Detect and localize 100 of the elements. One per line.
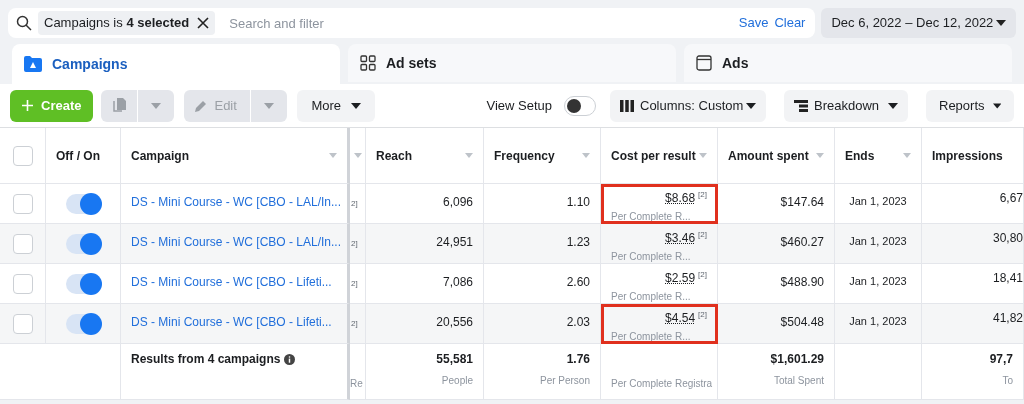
toggle-switch[interactable]	[66, 273, 100, 294]
table-cell: 20,556	[436, 315, 473, 329]
duplicate-button[interactable]	[101, 89, 138, 122]
table-cell: $460.27	[780, 235, 824, 249]
row-checkbox[interactable]	[12, 193, 33, 214]
dropdown-button[interactable]	[251, 89, 288, 122]
caret-icon	[582, 153, 590, 158]
footnote-mark: [2]	[698, 189, 707, 201]
select-all-checkbox[interactable]	[12, 145, 33, 166]
table-cell: Re	[350, 378, 363, 389]
table-cell: 2]	[351, 239, 358, 248]
caret-icon	[903, 153, 911, 158]
table-cell: Jan 1, 2023	[849, 275, 907, 287]
table-cell: 7,086	[442, 275, 473, 289]
filter-chip[interactable]: Campaigns is 4 selected	[38, 11, 216, 35]
clear-link[interactable]: Clear	[774, 13, 806, 33]
table-cell: $147.64	[780, 195, 824, 209]
table-cell-text: 18,41	[992, 270, 1023, 287]
caret-icon	[996, 20, 1006, 26]
caret-icon	[465, 153, 473, 158]
search-icon	[16, 15, 32, 31]
caret-icon	[351, 102, 362, 109]
column-header[interactable]: Campaign	[131, 146, 189, 165]
breakdown-icon	[794, 99, 808, 112]
view-setup-switch[interactable]	[564, 95, 596, 116]
caret-icon	[329, 153, 337, 158]
cost-value[interactable]: $4.54	[665, 309, 696, 327]
toggle-switch[interactable]	[66, 233, 100, 254]
reports-button[interactable]: Reports	[926, 89, 1014, 122]
column-header[interactable]: Frequency	[494, 146, 555, 165]
total-value: 1.76	[566, 351, 590, 368]
cost-value[interactable]: $8.68	[665, 189, 696, 207]
results-summary: Results from 4 campaigns	[131, 351, 281, 368]
column-header[interactable]: Impressions	[932, 146, 1003, 165]
campaign-link[interactable]: DS - Mini Course - WC [CBO - LAL/In...	[131, 195, 342, 209]
row-checkbox[interactable]	[12, 233, 33, 254]
tab[interactable]: Ad sets	[348, 44, 676, 82]
result-type: Per Complete R...	[611, 250, 691, 264]
info-icon[interactable]	[284, 353, 296, 365]
table-cell: 2.60	[566, 275, 590, 289]
pencil-icon	[194, 98, 209, 113]
copy-icon	[112, 98, 127, 113]
table-cell: 2]	[351, 319, 358, 328]
more-button[interactable]: More	[297, 89, 376, 122]
caret-icon	[264, 102, 275, 109]
footnote-mark: [2]	[698, 309, 707, 321]
caret-icon	[353, 153, 362, 158]
caret-icon	[816, 153, 824, 158]
result-type: Per Complete R...	[611, 330, 691, 344]
column-header[interactable]: Off / On	[56, 146, 100, 165]
window-icon	[696, 55, 712, 71]
total-value: $1,601.29	[770, 351, 824, 368]
table-cell: 1.10	[566, 195, 590, 209]
columns-icon	[620, 99, 634, 112]
toggle-switch[interactable]	[66, 193, 100, 214]
table-cell: 6,096	[442, 195, 473, 209]
campaign-link[interactable]: DS - Mini Course - WC [CBO - Lifeti...	[131, 275, 332, 289]
toggle-switch[interactable]	[66, 313, 100, 334]
footnote-mark: [2]	[698, 269, 707, 281]
total-label: Per Complete Registra	[611, 378, 713, 389]
table-cell-text: 6,67	[999, 190, 1023, 207]
row-checkbox[interactable]	[12, 313, 33, 334]
dropdown-button[interactable]	[138, 89, 175, 122]
total-value: 55,581	[436, 351, 473, 368]
total-label: Total Spent	[773, 374, 824, 388]
table-cell: Jan 1, 2023	[849, 195, 907, 207]
result-type: Per Complete R...	[611, 210, 691, 224]
caret-icon	[699, 153, 707, 158]
column-header[interactable]: Amount spent	[728, 146, 809, 165]
date-range-button[interactable]: Dec 6, 2022 – Dec 12, 2022	[821, 8, 1016, 38]
caret-icon	[746, 102, 756, 109]
close-icon[interactable]	[197, 17, 210, 29]
view-setup-label: View Setup	[486, 96, 552, 115]
total-label: People	[441, 374, 473, 388]
breakdown-button[interactable]: Breakdown	[784, 89, 908, 122]
columns-button[interactable]: Columns: Custom	[610, 89, 766, 122]
table-cell: 24,951	[436, 235, 473, 249]
row-checkbox[interactable]	[12, 273, 33, 294]
table-cell: 2]	[351, 199, 358, 208]
grid-icon	[360, 55, 376, 71]
save-link[interactable]: Save	[738, 13, 769, 33]
total-value: 97,7	[989, 351, 1013, 368]
folder-icon	[24, 56, 42, 72]
table-cell: Jan 1, 2023	[849, 315, 907, 327]
column-header[interactable]: Cost per result	[611, 146, 696, 165]
table-cell: $504.48	[780, 315, 824, 329]
column-header[interactable]: Reach	[376, 146, 413, 165]
search-field[interactable]: Campaigns is 4 selected Search and filter Save Clear	[8, 8, 816, 38]
column-header[interactable]: Ends	[845, 146, 875, 165]
plus-icon	[22, 100, 33, 111]
total-label: To	[1002, 374, 1013, 388]
footnote-mark: [2]	[698, 229, 707, 241]
tab[interactable]: Ads	[684, 44, 1012, 82]
caret-icon	[888, 102, 898, 109]
cost-value[interactable]: $3.46	[665, 229, 696, 247]
cost-value[interactable]: $2.59	[665, 269, 696, 287]
total-label: Per Person	[539, 374, 590, 388]
table-cell: 2]	[351, 279, 358, 288]
tab[interactable]: Campaigns	[12, 44, 340, 84]
table-cell-text: 30,80	[992, 230, 1023, 247]
